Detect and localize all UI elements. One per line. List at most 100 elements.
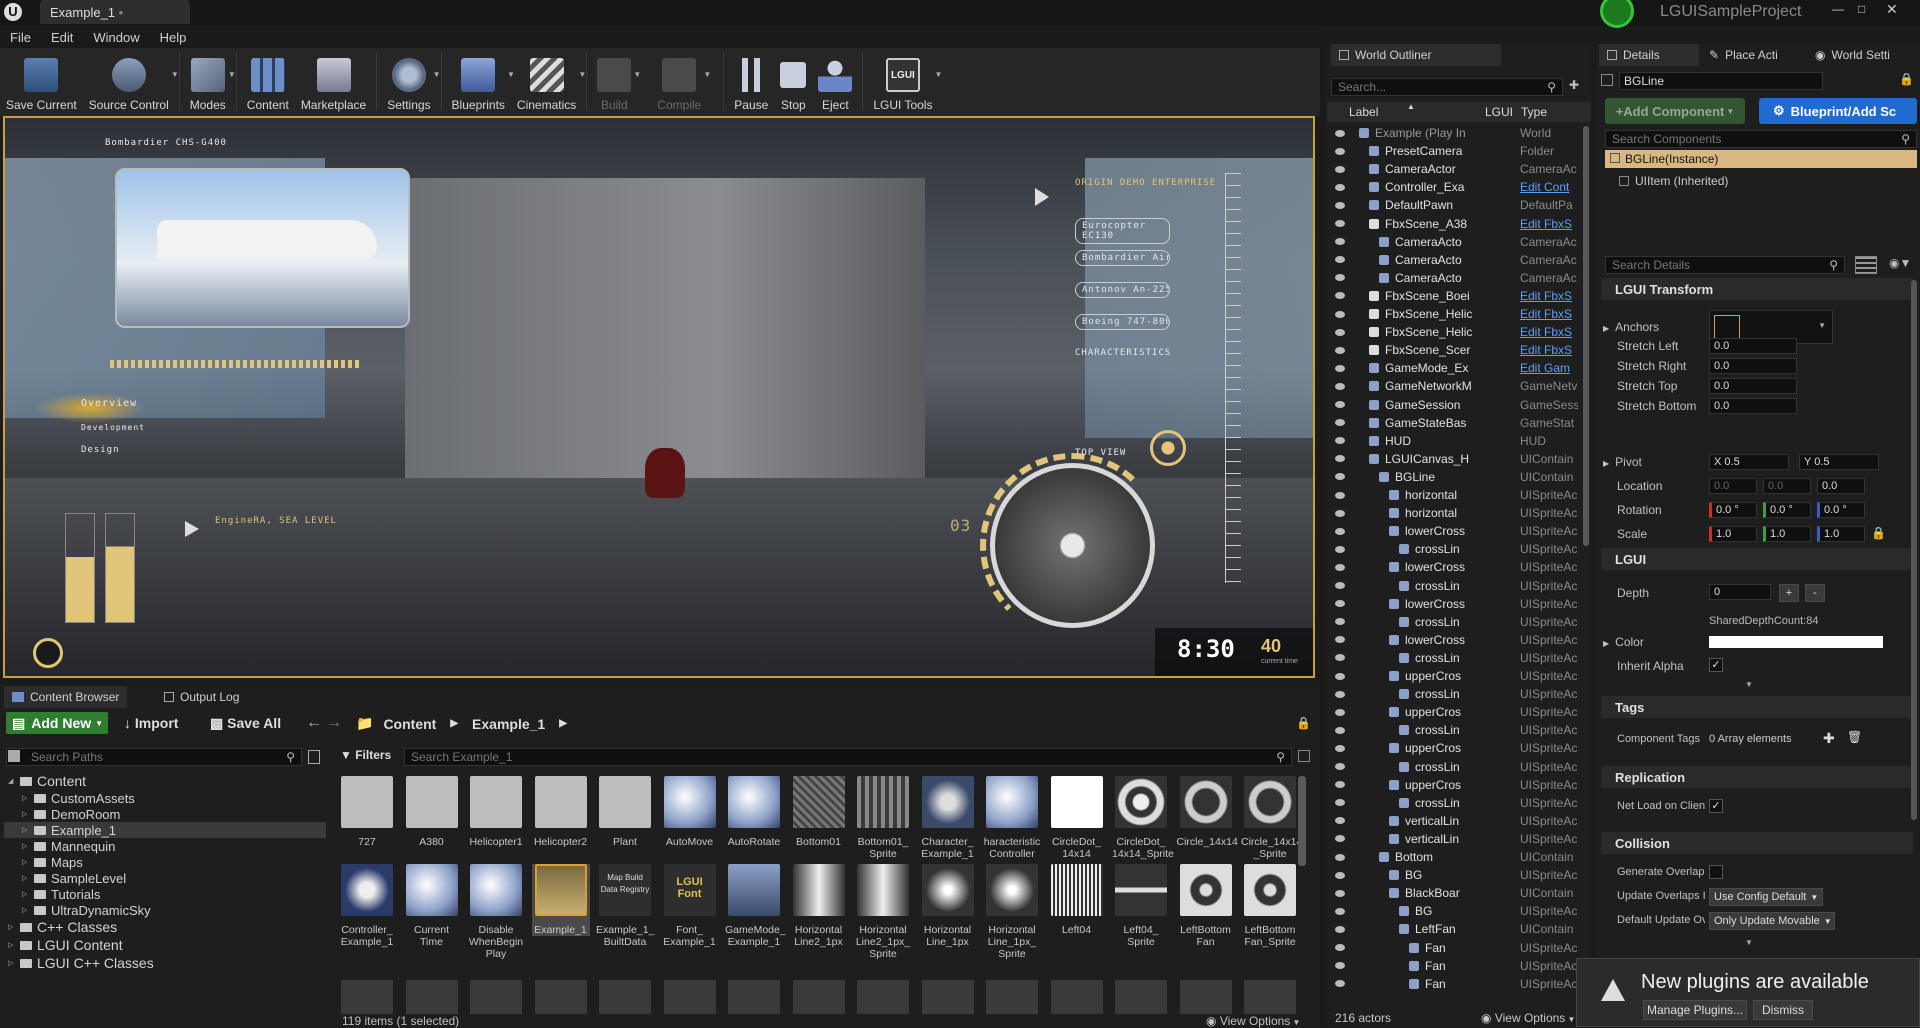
build-button[interactable]: Build ▼ — [591, 48, 641, 112]
visibility-eye-icon[interactable] — [1335, 980, 1345, 988]
blueprint-add-script-button[interactable]: ⚙ Blueprint/Add Sc — [1759, 98, 1917, 124]
visibility-eye-icon[interactable] — [1335, 781, 1345, 789]
asset-thumbnail[interactable] — [663, 980, 716, 1014]
lgui-tools-dropdown-icon[interactable]: ▼ — [935, 70, 943, 79]
outliner-row[interactable]: lowerCross UISpriteAc — [1327, 631, 1591, 649]
scale-z-field[interactable]: 1.0 — [1817, 526, 1865, 542]
timer-clock-icon[interactable] — [1150, 430, 1186, 466]
asset-tile[interactable]: A380 — [403, 776, 461, 848]
outliner-view-options-button[interactable]: ◉ View Options ▼ — [1481, 1011, 1575, 1025]
net-load-checkbox[interactable]: ✓ — [1709, 799, 1723, 813]
visibility-eye-icon[interactable] — [1335, 582, 1345, 589]
scale-lock-icon[interactable]: 🔒 — [1871, 526, 1886, 540]
save-current-button[interactable]: Save Current — [0, 48, 83, 112]
section-lgui-transform[interactable]: LGUI Transform — [1601, 278, 1913, 300]
depth-field[interactable]: 0 — [1709, 584, 1771, 600]
tab-place-actors[interactable]: ✎ Place Acti — [1701, 44, 1805, 66]
visibility-eye-icon[interactable] — [1335, 183, 1345, 191]
component-instance-row[interactable]: BGLine(Instance) — [1605, 150, 1917, 168]
visibility-eye-icon[interactable] — [1335, 274, 1345, 282]
visibility-eye-icon[interactable] — [1335, 835, 1345, 843]
asset-tile[interactable]: LeftBottom Fan_Sprite — [1241, 864, 1299, 948]
visibility-eye-icon[interactable] — [1335, 744, 1345, 752]
asset-thumbnail[interactable] — [341, 980, 393, 1014]
settings-button[interactable]: Settings ▼ — [381, 48, 441, 112]
tab-output-log[interactable]: Output Log — [156, 686, 247, 708]
menu-file[interactable]: File — [0, 30, 41, 45]
chevron-right-icon[interactable]: ▷ — [22, 794, 34, 802]
asset-tile[interactable]: 727 — [338, 776, 396, 848]
asset-tile[interactable]: CircleDot_ 14x14 — [1048, 776, 1106, 860]
outliner-row[interactable]: CameraActo CameraAc — [1327, 251, 1591, 269]
section-collision[interactable]: Collision — [1601, 832, 1913, 854]
depth-decrement-button[interactable]: - — [1805, 584, 1825, 602]
visibility-eye-icon[interactable] — [1335, 129, 1345, 137]
outliner-row[interactable]: PresetCamera Folder — [1327, 142, 1591, 160]
column-type[interactable]: Type — [1521, 105, 1547, 119]
visibility-eye-icon[interactable] — [1335, 292, 1345, 300]
compile-dropdown-icon[interactable]: ▼ — [703, 70, 711, 79]
chevron-right-icon[interactable]: ▷ — [22, 810, 34, 818]
level-tab[interactable]: Example_1 • — [40, 0, 190, 24]
play-arrow-icon[interactable] — [185, 521, 199, 537]
visibility-eye-icon[interactable] — [1335, 889, 1345, 897]
outliner-row[interactable]: HUD HUD — [1327, 432, 1591, 450]
asset-tile[interactable]: Helicopter2 — [532, 776, 590, 848]
outliner-row[interactable]: FbxScene_Boei Edit FbxS — [1327, 287, 1591, 305]
visibility-eye-icon[interactable] — [1335, 201, 1345, 209]
outliner-row[interactable]: upperCros UISpriteAc — [1327, 667, 1591, 685]
outliner-row[interactable]: LGUICanvas_H UIContain — [1327, 450, 1591, 468]
design-label[interactable]: Design — [81, 445, 120, 455]
asset-tile[interactable]: Character_ Example_1 — [919, 776, 977, 860]
folder-tree-item[interactable]: ▷ Mannequin — [4, 838, 326, 854]
outliner-row[interactable]: crossLin UISpriteAc — [1327, 758, 1591, 776]
asset-tile[interactable]: Horizontal Line_1px — [919, 864, 977, 948]
aircraft-list-item[interactable]: Antonov An-225 — [1075, 282, 1170, 298]
outliner-row[interactable]: GameMode_Ex Edit Gam — [1327, 359, 1591, 377]
content-button[interactable]: Content — [241, 48, 295, 112]
stretch-field[interactable]: 0.0 — [1709, 358, 1797, 374]
section-replication[interactable]: Replication — [1601, 766, 1913, 788]
cinematics-dropdown-icon[interactable]: ▼ — [578, 70, 586, 79]
outliner-row[interactable]: FbxScene_Scer Edit FbxS — [1327, 341, 1591, 359]
asset-tile[interactable]: Map Build Data Registry Example_1_ BuiltD… — [596, 864, 654, 948]
visibility-eye-icon[interactable] — [1335, 763, 1345, 770]
source-control-button[interactable]: Source Control ▼ — [83, 48, 179, 112]
minimize-button[interactable]: — — [1832, 2, 1844, 16]
visibility-eye-icon[interactable] — [1335, 672, 1345, 680]
search-assets-input[interactable]: Search Example_1 ⚲ — [404, 748, 1292, 766]
lock-actor-icon[interactable]: 🔒 — [1899, 72, 1914, 86]
import-button[interactable]: ↓ Import — [124, 715, 178, 731]
chevron-right-icon[interactable]: ▷ — [8, 923, 20, 931]
folder-tree-item[interactable]: ▷ C++ Classes — [4, 918, 326, 936]
color-label[interactable]: ▶ Color — [1603, 635, 1644, 649]
visibility-eye-icon[interactable] — [1335, 147, 1345, 155]
outliner-row[interactable]: crossLin UISpriteAc — [1327, 540, 1591, 558]
history-forward-button[interactable]: → — [326, 714, 342, 732]
chevron-right-icon[interactable]: ▶ — [559, 718, 567, 729]
visibility-eye-icon[interactable] — [1335, 853, 1345, 861]
outliner-row[interactable]: crossLin UISpriteAc — [1327, 649, 1591, 667]
outliner-row[interactable]: crossLin UISpriteAc — [1327, 613, 1591, 631]
pin-icon[interactable]: ✚ — [1569, 78, 1583, 94]
visibility-eye-icon[interactable] — [1335, 455, 1345, 463]
asset-scrollbar[interactable] — [1298, 776, 1306, 866]
asset-tile[interactable]: Bottom01 — [790, 776, 848, 848]
visibility-eye-icon[interactable] — [1335, 509, 1345, 517]
chevron-down-icon[interactable]: ◢ — [8, 777, 20, 785]
settings-dropdown-icon[interactable]: ▼ — [433, 70, 441, 79]
asset-thumbnail[interactable] — [921, 980, 974, 1014]
outliner-row[interactable]: upperCros UISpriteAc — [1327, 739, 1591, 757]
asset-thumbnail[interactable] — [599, 980, 651, 1014]
visibility-eye-icon[interactable] — [1335, 654, 1345, 662]
outliner-row[interactable]: Fan UISpriteAc — [1327, 939, 1591, 957]
outliner-row[interactable]: verticalLin UISpriteAc — [1327, 830, 1591, 848]
asset-thumbnail[interactable] — [405, 980, 458, 1014]
eject-button[interactable]: Eject — [812, 48, 858, 112]
section-tags[interactable]: Tags — [1601, 696, 1913, 718]
asset-thumbnail[interactable] — [1244, 980, 1296, 1014]
add-component-button[interactable]: +Add Component ▼ — [1605, 98, 1745, 124]
visibility-eye-icon[interactable] — [1335, 708, 1345, 716]
outliner-row[interactable]: lowerCross UISpriteAc — [1327, 558, 1591, 576]
chevron-right-icon[interactable]: ▷ — [22, 842, 34, 850]
